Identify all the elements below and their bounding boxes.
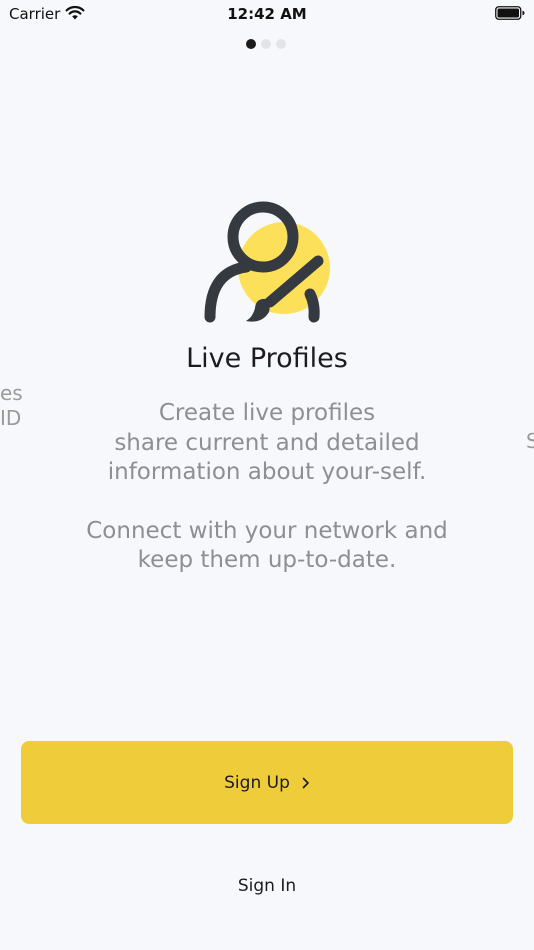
previous-page-peek: es ID — [0, 381, 23, 431]
page-dot-2[interactable] — [261, 39, 271, 49]
user-edit-icon — [204, 201, 330, 323]
sign-up-label: Sign Up — [224, 772, 290, 793]
sign-up-button[interactable]: Sign Up — [21, 741, 513, 824]
sign-in-button[interactable]: Sign In — [0, 876, 534, 896]
peek-left-line-2: ID — [0, 406, 22, 430]
clock: 12:42 AM — [227, 5, 307, 23]
battery-icon — [495, 6, 525, 20]
peek-left-line-1: es — [0, 381, 23, 405]
page-dot-1[interactable] — [246, 39, 256, 49]
next-page-peek: S — [526, 429, 534, 453]
feature-description: Create live profiles share current and d… — [60, 399, 474, 576]
description-paragraph-1: Create live profiles share current and d… — [107, 400, 427, 485]
page-dot-3[interactable] — [276, 39, 286, 49]
page-indicator[interactable] — [246, 39, 286, 49]
status-bar: Carrier 12:42 AM — [0, 0, 534, 28]
description-paragraph-2: Connect with your network and keep them … — [86, 517, 448, 574]
chevron-right-icon — [302, 777, 309, 788]
page-title: Live Profiles — [186, 343, 348, 374]
